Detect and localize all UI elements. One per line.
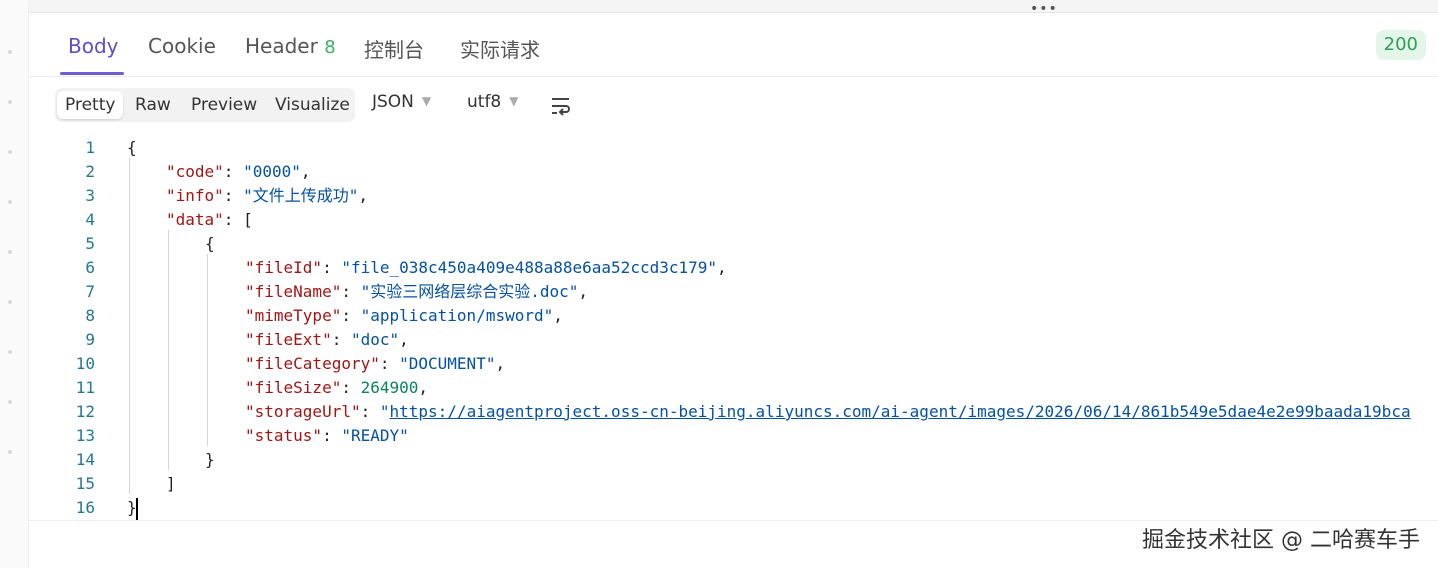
rail-dot xyxy=(8,350,12,354)
view-mode-preview[interactable]: Preview xyxy=(183,91,265,119)
json-key: "fileName" xyxy=(245,282,342,301)
line-number: 5 xyxy=(85,234,95,253)
line-number: 7 xyxy=(85,282,95,301)
line-number: 12 xyxy=(75,402,95,421)
json-key: "code" xyxy=(166,162,224,181)
json-value: "READY" xyxy=(341,426,409,445)
code-line: 5 { xyxy=(29,232,1438,256)
code-line: 3 "info": "文件上传成功", xyxy=(29,184,1438,208)
line-number: 15 xyxy=(75,474,95,493)
tab-body-label: Body xyxy=(68,34,119,58)
storage-url-link[interactable]: https://aiagentproject.oss-cn-beijing.al… xyxy=(390,402,1411,421)
tab-actual-request[interactable]: 实际请求 xyxy=(460,34,540,63)
rail-dot xyxy=(8,200,12,204)
line-number: 3 xyxy=(85,186,95,205)
line-number: 1 xyxy=(85,138,95,157)
view-mode-visualize[interactable]: Visualize xyxy=(267,91,358,119)
rail-dot xyxy=(8,400,12,404)
code-line: 2 "code": "0000", xyxy=(29,160,1438,184)
json-value: "0000" xyxy=(243,162,301,181)
wrap-lines-icon[interactable] xyxy=(550,96,572,116)
code-line: 7 "fileName": "实验三网络层综合实验.doc", xyxy=(29,280,1438,304)
tab-cookie-label: Cookie xyxy=(148,34,216,58)
code-line: 14 } xyxy=(29,448,1438,472)
json-key: "info" xyxy=(166,186,224,205)
line-number: 9 xyxy=(85,330,95,349)
format-select-value: JSON xyxy=(372,92,414,112)
json-key: "data" xyxy=(166,210,224,229)
json-key: "fileExt" xyxy=(245,330,332,349)
line-number: 11 xyxy=(75,378,95,397)
rail-dot xyxy=(8,100,12,104)
tab-actual-request-label: 实际请求 xyxy=(460,38,540,62)
code-line: 12 "storageUrl": "https://aiagentproject… xyxy=(29,400,1438,424)
json-value: "file_038c450a409e488a88e6aa52ccd3c179" xyxy=(341,258,718,277)
code-line: 16 } xyxy=(29,496,1438,520)
tab-console-label: 控制台 xyxy=(364,38,424,62)
status-badge: 200 xyxy=(1375,30,1426,60)
json-key: "status" xyxy=(245,426,323,445)
format-select[interactable]: JSON ▼ xyxy=(372,92,431,112)
line-number: 6 xyxy=(85,258,95,277)
json-response-viewer[interactable]: 1 { 2 "code": "0000", 3 "info": "文件上传成功"… xyxy=(29,134,1438,521)
view-mode-segmented-control: Pretty Raw Preview Visualize xyxy=(55,88,355,122)
code-line: 8 "mimeType": "application/msword", xyxy=(29,304,1438,328)
rail-dot xyxy=(8,300,12,304)
code-line: 11 "fileSize": 264900, xyxy=(29,376,1438,400)
active-tab-indicator xyxy=(60,72,124,75)
line-number: 13 xyxy=(75,426,95,445)
chevron-down-icon: ▼ xyxy=(509,94,519,108)
tab-cookie[interactable]: Cookie xyxy=(148,34,216,58)
line-number: 10 xyxy=(75,354,95,373)
view-mode-pretty[interactable]: Pretty xyxy=(57,91,124,119)
code-line: 10 "fileCategory": "DOCUMENT", xyxy=(29,352,1438,376)
encoding-select[interactable]: utf8 ▼ xyxy=(467,92,518,112)
json-key: "fileCategory" xyxy=(245,354,380,373)
json-key: "storageUrl" xyxy=(245,402,361,421)
view-mode-raw[interactable]: Raw xyxy=(127,91,179,119)
json-key: "mimeType" xyxy=(245,306,342,325)
rail-dot xyxy=(8,450,12,454)
code-line: 6 "fileId": "file_038c450a409e488a88e6aa… xyxy=(29,256,1438,280)
json-key: "fileId" xyxy=(245,258,323,277)
left-rail xyxy=(0,0,29,568)
line-number: 4 xyxy=(85,210,95,229)
line-number: 16 xyxy=(75,498,95,517)
rail-dot xyxy=(8,50,12,54)
json-value: "application/msword" xyxy=(360,306,554,325)
text-cursor xyxy=(136,498,138,520)
json-value: 264900 xyxy=(360,378,419,397)
code-line: 13 "status": "READY" xyxy=(29,424,1438,448)
tab-header[interactable]: Header 8 xyxy=(245,34,336,58)
rail-dot xyxy=(8,150,12,154)
line-number: 8 xyxy=(85,306,95,325)
json-value: "DOCUMENT" xyxy=(399,354,496,373)
watermark-text: 掘金技术社区 @ 二哈赛车手 xyxy=(1142,528,1420,553)
encoding-select-value: utf8 xyxy=(467,92,502,112)
json-value: "doc" xyxy=(350,330,400,349)
line-number: 2 xyxy=(85,162,95,181)
chevron-down-icon: ▼ xyxy=(421,94,432,108)
code-line: 9 "fileExt": "doc", xyxy=(29,328,1438,352)
line-number: 14 xyxy=(75,450,95,469)
rail-dot xyxy=(8,250,12,254)
code-line: 4 "data": [ xyxy=(29,208,1438,232)
tab-console[interactable]: 控制台 xyxy=(364,34,424,63)
json-value: "文件上传成功" xyxy=(243,186,359,205)
json-key: "fileSize" xyxy=(245,378,342,397)
json-value: "实验三网络层综合实验.doc" xyxy=(360,282,579,301)
header-count-badge: 8 xyxy=(324,37,336,58)
tab-header-label: Header xyxy=(245,34,318,58)
response-tab-bar: Body Cookie Header 8 控制台 实际请求 200 xyxy=(29,12,1438,77)
tab-body[interactable]: Body xyxy=(68,34,119,58)
code-line: 15 ] xyxy=(29,472,1438,496)
code-line: 1 { xyxy=(29,136,1438,160)
